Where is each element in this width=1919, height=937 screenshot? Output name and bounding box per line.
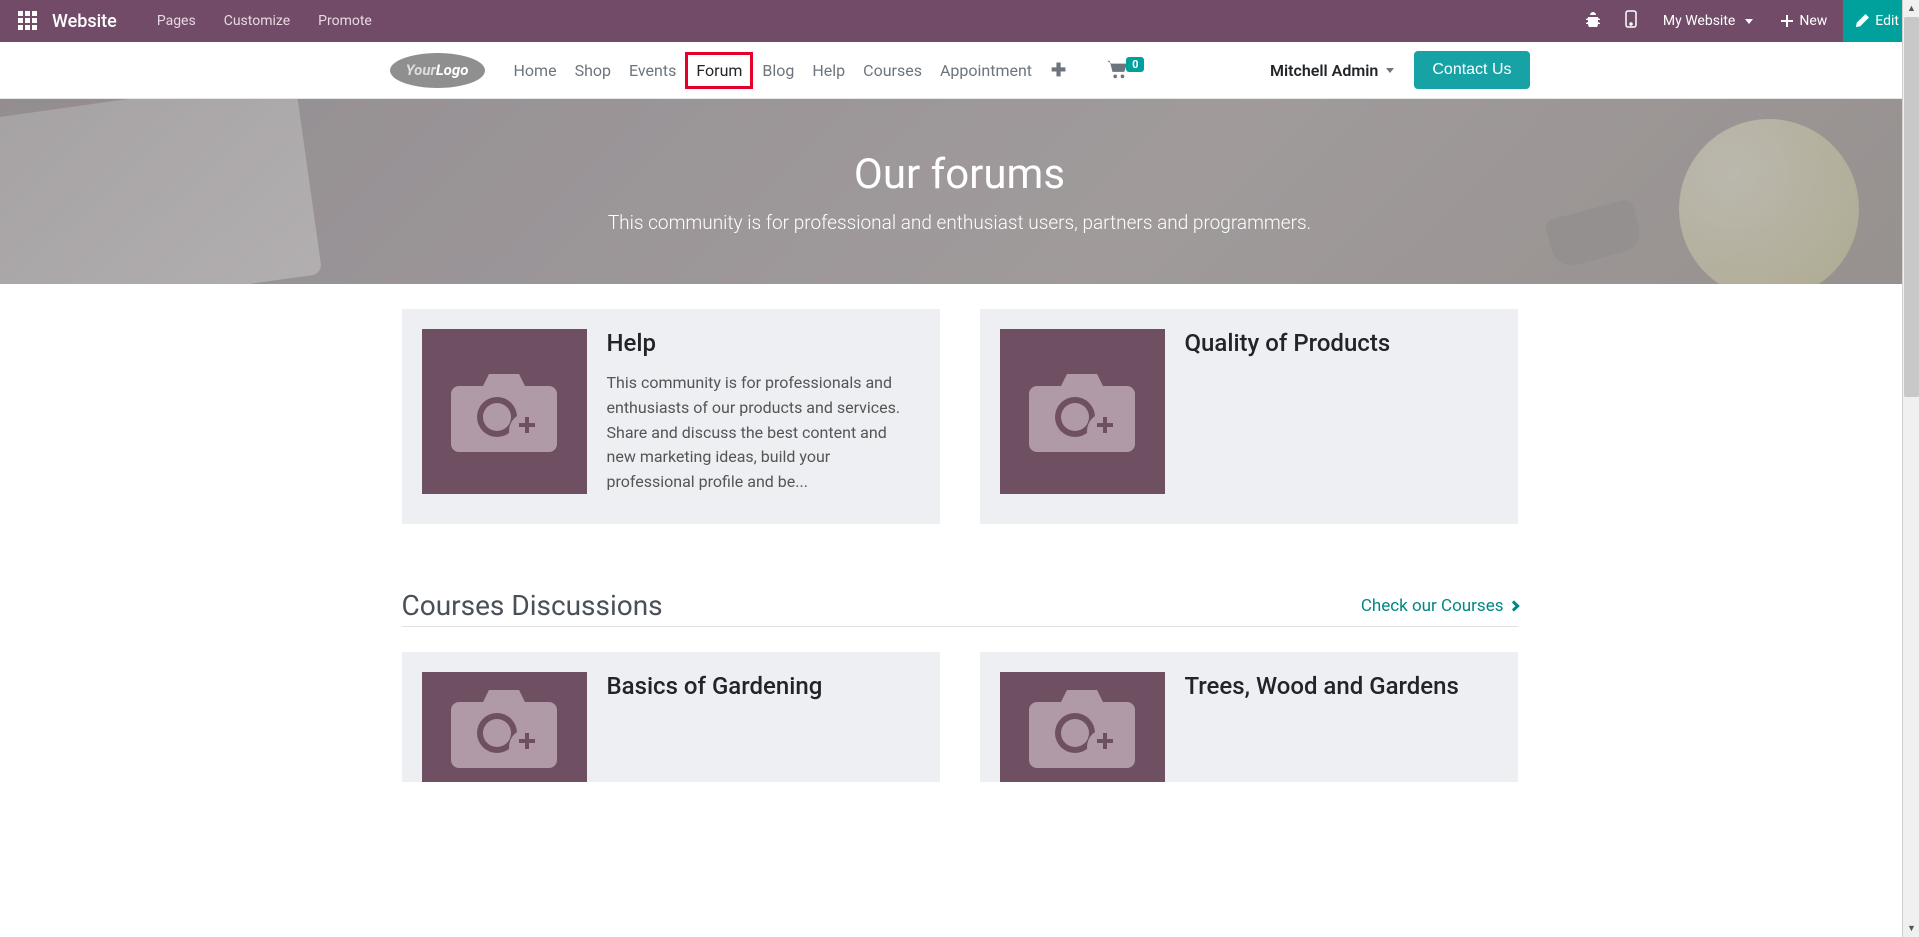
course-card-title[interactable]: Trees, Wood and Gardens [1185, 672, 1498, 700]
nav-add-icon[interactable]: ✚ [1041, 60, 1076, 81]
chevron-right-icon [1508, 600, 1519, 611]
nav-link-appointment[interactable]: Appointment [931, 53, 1041, 88]
course-card-body: Trees, Wood and Gardens [1185, 672, 1498, 782]
hero-subtitle: This community is for professional and e… [608, 211, 1311, 234]
forum-card-body: Quality of Products [1185, 329, 1498, 504]
edit-button[interactable]: Edit [1843, 0, 1911, 42]
pencil-icon [1855, 14, 1869, 28]
check-courses-link[interactable]: Check our Courses [1361, 596, 1518, 616]
app-title[interactable]: Website [52, 11, 117, 32]
logo[interactable]: YourLogo [390, 53, 485, 88]
scroll-up-arrow[interactable]: ▲ [1903, 0, 1919, 17]
nav-link-shop[interactable]: Shop [566, 53, 620, 88]
nav-link-home[interactable]: Home [505, 53, 566, 88]
course-card-image [1000, 672, 1165, 782]
apps-icon[interactable] [18, 11, 38, 31]
cart-button[interactable]: 0 [1106, 60, 1144, 80]
navbar-inner: YourLogo Home Shop Events Forum Blog Hel… [390, 51, 1530, 89]
navbar: YourLogo Home Shop Events Forum Blog Hel… [0, 42, 1919, 99]
vertical-scrollbar[interactable]: ▲ ▼ [1902, 0, 1919, 937]
main-container: Help This community is for professionals… [390, 309, 1530, 782]
user-menu[interactable]: Mitchell Admin [1270, 61, 1394, 80]
course-card-title[interactable]: Basics of Gardening [607, 672, 920, 700]
edit-label: Edit [1875, 13, 1899, 29]
hero-decoration [1544, 198, 1644, 270]
topbar-link-customize[interactable]: Customize [212, 13, 302, 29]
forum-card: Help This community is for professionals… [402, 309, 940, 524]
topbar-right: My Website New Edit [1575, 0, 1911, 42]
nav-link-blog[interactable]: Blog [753, 53, 803, 88]
nav-link-forum[interactable]: Forum [685, 52, 753, 89]
plus-icon [1781, 15, 1793, 27]
hero-title: Our forums [854, 150, 1065, 199]
camera-placeholder-icon [449, 369, 559, 454]
check-courses-label: Check our Courses [1361, 596, 1504, 616]
caret-down-icon [1386, 68, 1394, 73]
topbar-link-promote[interactable]: Promote [306, 13, 384, 29]
course-card: Trees, Wood and Gardens [980, 652, 1518, 782]
camera-placeholder-icon [1027, 369, 1137, 454]
forum-card-body: Help This community is for professionals… [607, 329, 920, 504]
topbar-left: Website Pages Customize Promote [8, 11, 384, 32]
mobile-icon[interactable] [1615, 10, 1647, 32]
new-button[interactable]: New [1769, 0, 1839, 42]
courses-row: Basics of Gardening Trees, Wood and Gard… [402, 652, 1518, 782]
user-name: Mitchell Admin [1270, 61, 1378, 80]
my-website-label: My Website [1663, 13, 1735, 29]
course-card-image [422, 672, 587, 782]
nav-link-courses[interactable]: Courses [854, 53, 931, 88]
top-toolbar: Website Pages Customize Promote My Websi… [0, 0, 1919, 42]
courses-section-header: Courses Discussions Check our Courses [402, 589, 1518, 627]
logo-logo: Logo [436, 61, 469, 79]
camera-placeholder-icon [449, 685, 559, 770]
courses-section-title: Courses Discussions [402, 589, 663, 622]
bug-icon[interactable] [1575, 11, 1611, 31]
scroll-down-arrow[interactable]: ▼ [1903, 920, 1919, 937]
forums-row: Help This community is for professionals… [402, 309, 1518, 524]
forum-card-description: This community is for professionals and … [607, 371, 920, 495]
course-card-body: Basics of Gardening [607, 672, 920, 782]
nav-link-help[interactable]: Help [803, 53, 854, 88]
forum-card-title[interactable]: Help [607, 329, 920, 357]
logo-your: Your [406, 61, 436, 79]
cart-badge: 0 [1126, 57, 1144, 72]
contact-us-button[interactable]: Contact Us [1414, 51, 1529, 89]
nav-link-events[interactable]: Events [620, 53, 685, 88]
scroll-thumb[interactable] [1904, 17, 1919, 397]
topbar-link-pages[interactable]: Pages [145, 13, 208, 29]
forum-card-title[interactable]: Quality of Products [1185, 329, 1498, 357]
course-card: Basics of Gardening [402, 652, 940, 782]
nav-right: Mitchell Admin Contact Us [1270, 51, 1530, 89]
caret-down-icon [1745, 19, 1753, 24]
nav-links: Home Shop Events Forum Blog Help Courses… [505, 52, 1077, 89]
my-website-dropdown[interactable]: My Website [1651, 0, 1765, 42]
forum-card-image [1000, 329, 1165, 494]
forum-card: Quality of Products [980, 309, 1518, 524]
forum-card-image [422, 329, 587, 494]
camera-placeholder-icon [1027, 685, 1137, 770]
cart-icon [1106, 60, 1128, 80]
new-label: New [1799, 13, 1827, 29]
hero-banner: Our forums This community is for profess… [0, 99, 1919, 284]
